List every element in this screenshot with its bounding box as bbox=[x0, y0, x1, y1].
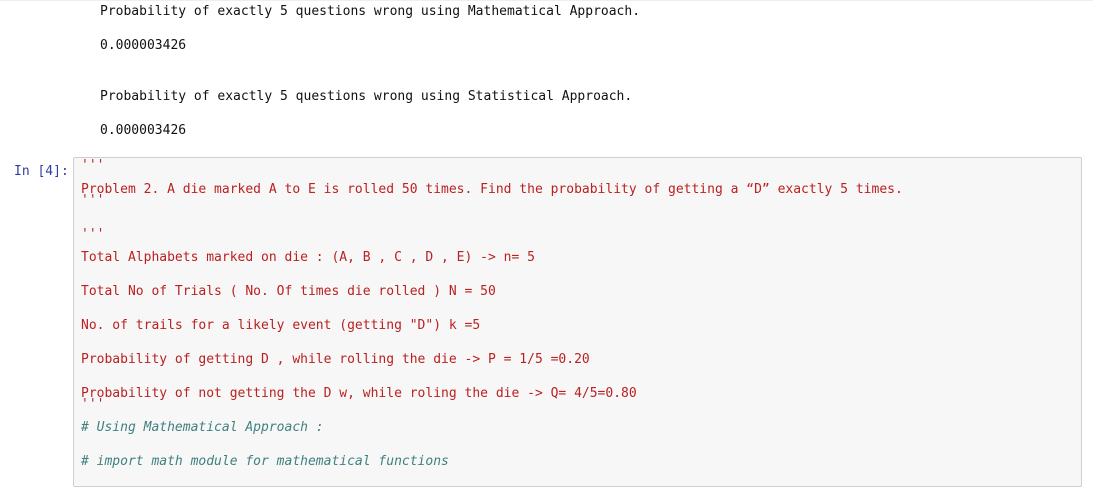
output-stat-heading: Probability of exactly 5 questions wrong… bbox=[100, 89, 633, 104]
code-line: No. of trails for a likely event (gettin… bbox=[81, 318, 481, 333]
output-math-value: 0.000003426 bbox=[100, 38, 187, 53]
output-math-heading: Probability of exactly 5 questions wrong… bbox=[100, 4, 641, 19]
code-comment: # import math module for mathematical fu… bbox=[81, 454, 449, 469]
code-line: ''' bbox=[81, 158, 105, 173]
code-line: ''' bbox=[81, 193, 105, 208]
code-comment: # Using Mathematical Approach : bbox=[81, 420, 324, 435]
code-line: Probability of getting D , while rolling… bbox=[81, 352, 590, 367]
input-prompt: In [4]: bbox=[14, 164, 69, 179]
top-divider bbox=[0, 0, 1093, 1]
code-line: Total No of Trials ( No. Of times die ro… bbox=[81, 284, 496, 299]
code-line: ''' bbox=[81, 397, 105, 412]
code-line: Probability of not getting the D w, whil… bbox=[81, 386, 637, 401]
code-line: ''' bbox=[81, 227, 105, 242]
code-line: Problem 2. A die marked A to E is rolled… bbox=[81, 182, 903, 197]
output-stat-value: 0.000003426 bbox=[100, 123, 187, 138]
code-line: Total Alphabets marked on die : (A, B , … bbox=[81, 250, 535, 265]
code-cell-editor[interactable]: ''' Problem 2. A die marked A to E is ro… bbox=[73, 157, 1082, 487]
